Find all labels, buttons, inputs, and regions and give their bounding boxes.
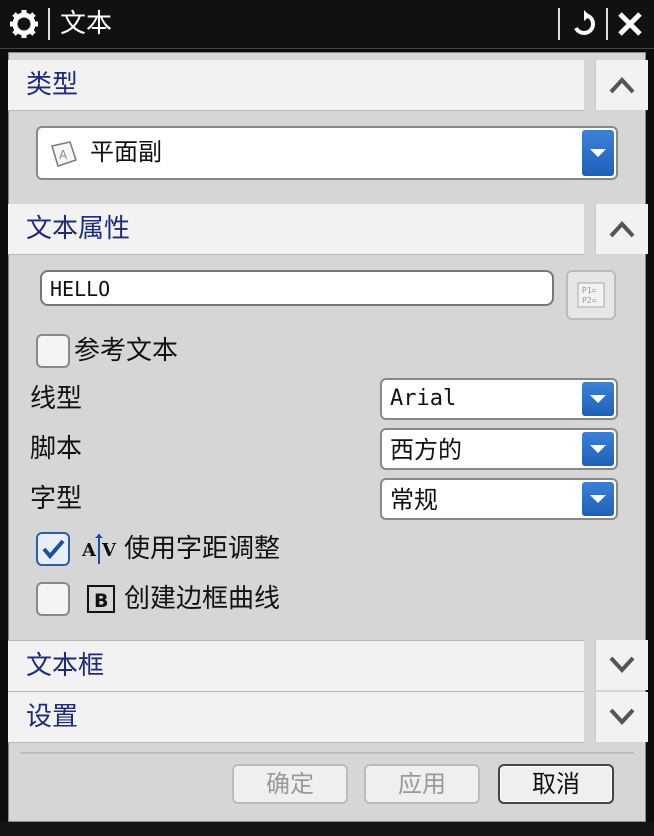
- border-b-icon: B: [86, 584, 116, 614]
- section-settings-header[interactable]: 设置: [8, 692, 584, 743]
- font-combobox[interactable]: Arial: [380, 378, 618, 420]
- checkmark-icon: [42, 539, 65, 560]
- svg-text:A: A: [81, 540, 97, 561]
- border-curve-checkbox[interactable]: [36, 582, 70, 616]
- window-bottom-border: [0, 822, 654, 836]
- reference-text-label: 参考文本: [74, 336, 179, 366]
- svg-text:B: B: [94, 590, 108, 612]
- script-label: 脚本: [30, 434, 83, 464]
- gear-icon[interactable]: [4, 4, 44, 44]
- window-title: 文本: [60, 9, 113, 39]
- dropdown-arrow-icon[interactable]: [582, 130, 614, 176]
- svg-text:P2=: P2=: [582, 296, 597, 305]
- svg-text:V: V: [101, 540, 117, 561]
- apply-button[interactable]: 应用: [364, 764, 480, 804]
- svg-text:P1=: P1=: [582, 286, 597, 295]
- reset-icon[interactable]: [564, 4, 604, 44]
- kerning-checkbox[interactable]: [36, 532, 70, 566]
- symbol-icon[interactable]: P1= P2=: [566, 270, 616, 320]
- kerning-icon: A V: [80, 532, 120, 566]
- style-combobox-value: 常规: [390, 486, 438, 514]
- dropdown-arrow-icon[interactable]: [582, 482, 614, 516]
- script-combobox[interactable]: 西方的: [380, 428, 618, 470]
- text-input-value: HELLO: [50, 277, 111, 301]
- section-properties-label: 文本属性: [26, 214, 131, 244]
- type-combobox[interactable]: A 平面副: [36, 126, 618, 180]
- footer-divider: [20, 752, 634, 754]
- font-combobox-value: Arial: [390, 386, 457, 411]
- section-type-header[interactable]: 类型: [8, 60, 584, 111]
- title-separator: [606, 8, 608, 40]
- chevron-down-icon[interactable]: [595, 692, 648, 742]
- text-input[interactable]: HELLO: [40, 270, 554, 306]
- title-bar: 文本: [0, 0, 654, 49]
- section-textbox-header[interactable]: 文本框: [8, 640, 584, 692]
- title-separator: [558, 8, 560, 40]
- kerning-label: 使用字距调整: [124, 534, 281, 564]
- svg-text:A: A: [59, 148, 68, 162]
- dropdown-arrow-icon[interactable]: [582, 432, 614, 466]
- chevron-up-icon[interactable]: [595, 204, 648, 254]
- dropdown-arrow-icon[interactable]: [582, 382, 614, 416]
- section-type-label: 类型: [26, 70, 79, 100]
- border-curve-label: 创建边框曲线: [124, 584, 281, 614]
- type-combobox-value: 平面副: [90, 138, 162, 166]
- cancel-button[interactable]: 取消: [498, 764, 614, 804]
- script-combobox-value: 西方的: [390, 436, 462, 464]
- title-separator: [48, 8, 50, 40]
- chevron-up-icon[interactable]: [595, 60, 648, 110]
- section-properties-header[interactable]: 文本属性: [8, 204, 584, 255]
- reference-text-checkbox[interactable]: [36, 334, 70, 368]
- font-label: 线型: [30, 384, 83, 414]
- section-settings-label: 设置: [26, 702, 79, 732]
- section-textbox-label: 文本框: [26, 651, 105, 681]
- dialog-window: 文本 类型 A 平面副 文本属性 HELLO P1= P2= 参考文本 线型 A…: [0, 0, 654, 836]
- style-label: 字型: [30, 484, 83, 514]
- style-combobox[interactable]: 常规: [380, 478, 618, 520]
- close-icon[interactable]: [610, 4, 650, 44]
- ok-button[interactable]: 确定: [232, 764, 348, 804]
- text-type-icon: A: [48, 140, 78, 168]
- chevron-down-icon[interactable]: [595, 640, 648, 690]
